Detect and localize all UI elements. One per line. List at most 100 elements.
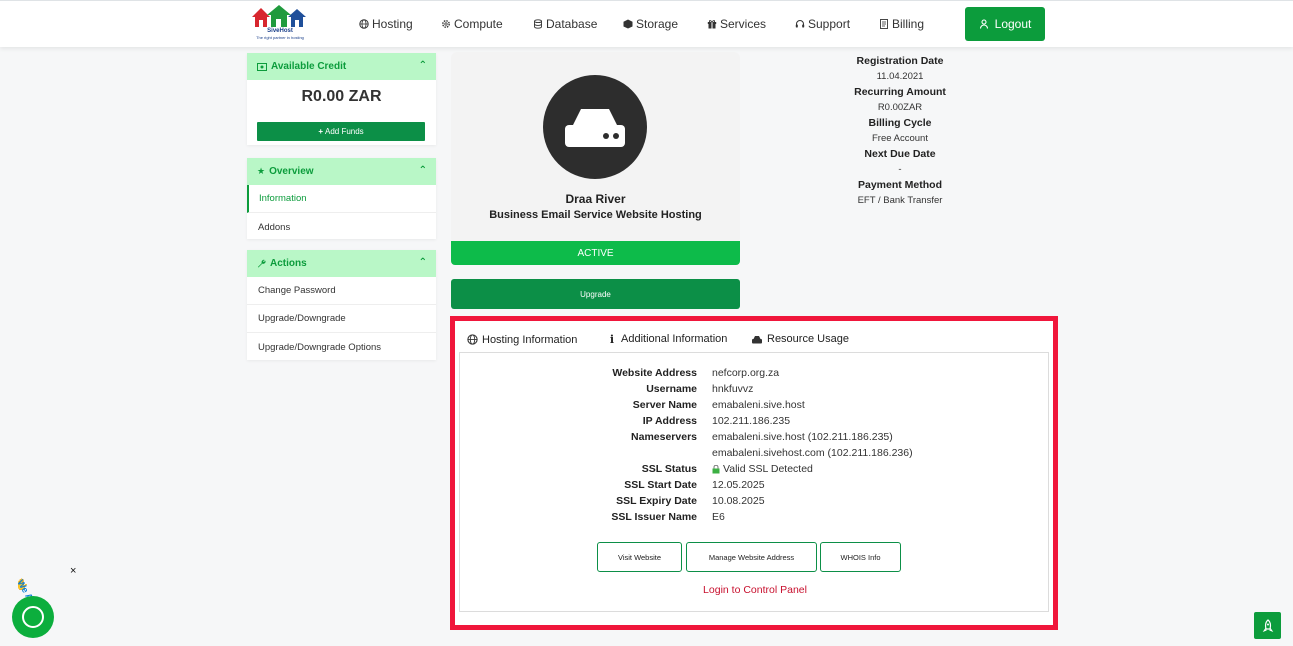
info-row-website: Website Address nefcorp.org.za (460, 367, 1050, 383)
info-value: emabaleni.sive.host (712, 399, 805, 411)
sivehost-logo[interactable]: SiveHost The right partner in hosting (248, 5, 312, 43)
chat-button[interactable] (12, 596, 54, 638)
nav-services[interactable]: Services (707, 16, 766, 32)
lock-icon (712, 464, 720, 473)
info-value: Valid SSL Detected (723, 463, 813, 475)
nav-label: Storage (636, 17, 679, 31)
logout-label: Logout (994, 17, 1032, 31)
scroll-to-top-button[interactable] (1254, 612, 1281, 639)
hosting-info-panel: Website Address nefcorp.org.za Username … (459, 352, 1049, 612)
chevron-up-icon[interactable]: ⌃ (419, 257, 427, 268)
add-funds-button[interactable]: + Add Funds (257, 122, 425, 141)
actions-panel: Actions ⌃ Change Password Upgrade/Downgr… (247, 250, 436, 360)
info-row-server: Server Name emabaleni.sive.host (460, 399, 1050, 415)
info-value: emabaleni.sive.host (102.211.186.235) (712, 431, 893, 443)
credit-title: Available Credit (271, 61, 347, 72)
sidebar-item-information[interactable]: Information (247, 185, 436, 213)
nav-label: Compute (454, 17, 503, 31)
overview-panel: ★ Overview ⌃ Information Addons (247, 158, 436, 239)
whois-info-button[interactable]: WHOIS Info (820, 542, 901, 572)
product-card: Draa River Business Email Service Websit… (451, 52, 740, 244)
plus-icon: + (318, 127, 323, 136)
info-value: hnkfuvvz (712, 383, 754, 395)
tab-hosting-information[interactable]: Hosting Information (463, 326, 582, 352)
nav-billing[interactable]: Billing (879, 16, 924, 32)
database-icon (534, 19, 542, 29)
billing-label: Payment Method (857, 179, 942, 191)
actions-title: Actions (270, 258, 307, 269)
info-label: Username (646, 383, 697, 395)
hard-drive-icon (752, 335, 762, 343)
nav-storage[interactable]: Storage (623, 16, 678, 32)
nav-hosting[interactable]: Hosting (359, 16, 413, 32)
top-navbar: SiveHost The right partner in hosting Ho… (0, 0, 1293, 47)
info-row-nameservers: Nameservers emabaleni.sive.host (102.211… (460, 431, 1050, 447)
overview-title: Overview (269, 166, 314, 177)
info-label: Nameservers (631, 431, 697, 443)
status-badge: ACTIVE (451, 241, 740, 265)
sidebar-item-upgrade-downgrade[interactable]: Upgrade/Downgrade (247, 305, 436, 333)
tab-label: Hosting Information (482, 333, 578, 346)
info-row-ssl-expiry: SSL Expiry Date 10.08.2025 (460, 495, 1050, 511)
nav-label: Services (720, 17, 767, 31)
server-icon (543, 75, 647, 179)
tab-label: Resource Usage (767, 333, 849, 345)
globe-icon (359, 19, 369, 29)
info-icon: i (609, 332, 615, 346)
billing-label: Registration Date (856, 55, 944, 67)
info-label: SSL Issuer Name (611, 511, 697, 523)
info-row-ip: IP Address 102.211.186.235 (460, 415, 1050, 431)
sidebar-item-addons[interactable]: Addons (247, 213, 436, 241)
nav-compute[interactable]: Compute (441, 16, 503, 32)
tab-additional-information[interactable]: i Additional Information (607, 326, 728, 352)
credit-panel-header[interactable]: Available Credit ⌃ (247, 53, 436, 80)
info-row-ssl-issuer: SSL Issuer Name E6 (460, 511, 1050, 527)
headset-icon (795, 20, 805, 28)
hosting-info-frame: Hosting Information i Additional Informa… (450, 316, 1058, 630)
tab-resource-usage[interactable]: Resource Usage (751, 326, 849, 352)
wrench-icon (257, 259, 266, 268)
ssl-status-value: Valid SSL Detected (712, 463, 813, 475)
globe-icon (467, 334, 478, 345)
chevron-up-icon[interactable]: ⌃ (419, 60, 427, 71)
info-row-nameservers-2: emabaleni.sivehost.com (102.211.186.236) (460, 447, 1050, 463)
money-icon (257, 62, 267, 71)
info-row-ssl-status: SSL Status Valid SSL Detected (460, 463, 1050, 479)
tab-label: Additional Information (621, 333, 728, 345)
sidebar-item-upgrade-downgrade-options[interactable]: Upgrade/Downgrade Options (247, 333, 436, 361)
info-label: SSL Expiry Date (616, 495, 697, 507)
nav-label: Database (546, 17, 598, 31)
nav-database[interactable]: Database (533, 16, 597, 32)
billing-label: Recurring Amount (854, 86, 946, 98)
product-name: Draa River (565, 192, 626, 206)
nav-label: Billing (892, 17, 925, 31)
close-icon[interactable]: × (70, 565, 76, 577)
info-value: 102.211.186.235 (712, 415, 791, 427)
billing-label: Next Due Date (864, 148, 936, 160)
manage-website-address-button[interactable]: Manage Website Address (686, 542, 817, 572)
nav-label: Support (808, 17, 851, 31)
info-label: SSL Status (641, 463, 697, 475)
product-group: Business Email Service Website Hosting (489, 209, 702, 221)
info-label: IP Address (642, 415, 697, 427)
info-value: nefcorp.org.za (712, 367, 780, 379)
chevron-up-icon[interactable]: ⌃ (419, 165, 427, 176)
sidebar-item-change-password[interactable]: Change Password (247, 277, 436, 305)
billing-value: R0.00ZAR (877, 102, 923, 113)
logout-button[interactable]: Logout (965, 7, 1045, 41)
logo-tagline: The right partner in hosting (256, 35, 304, 40)
upgrade-button[interactable]: Upgrade (451, 279, 740, 309)
nav-label: Hosting (372, 17, 413, 31)
info-tabs: Hosting Information i Additional Informa… (460, 326, 1050, 352)
gear-icon (442, 20, 450, 28)
add-funds-label: Add Funds (324, 127, 364, 136)
gift-icon (707, 20, 717, 29)
actions-panel-header[interactable]: Actions ⌃ (247, 250, 436, 277)
billing-label: Billing Cycle (868, 117, 932, 129)
overview-panel-header[interactable]: ★ Overview ⌃ (247, 158, 436, 185)
visit-website-button[interactable]: Visit Website (597, 542, 682, 572)
credit-amount: R0.00 ZAR (301, 88, 382, 105)
info-label: Website Address (612, 367, 697, 379)
login-control-panel-link[interactable]: Login to Control Panel (460, 584, 1050, 596)
nav-support[interactable]: Support (795, 16, 850, 32)
